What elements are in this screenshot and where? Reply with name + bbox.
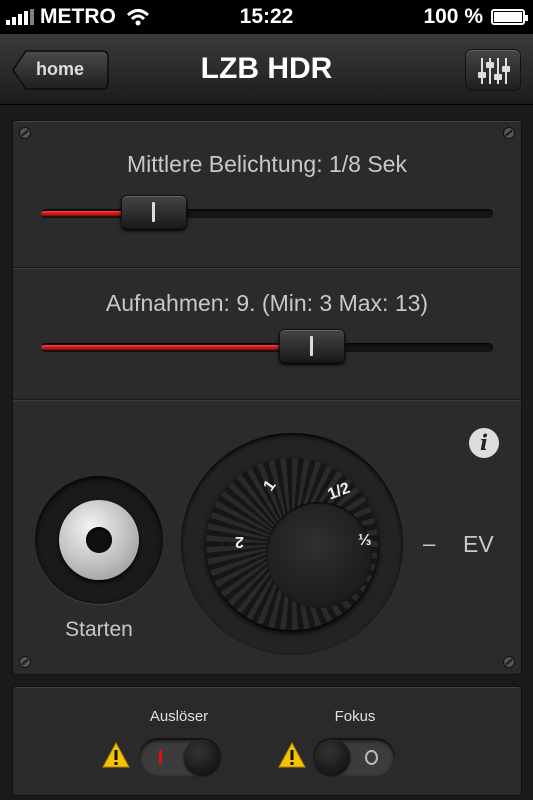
ev-mark: ⅓	[358, 532, 372, 549]
shots-slider[interactable]	[41, 329, 493, 363]
control-panel: Mittlere Belichtung: 1/8 Sek Aufnahmen: …	[12, 120, 522, 675]
exposure-label: Mittlere Belichtung: 1/8 Sek	[127, 151, 407, 177]
ev-minus-sign: –	[423, 531, 436, 556]
start-label: Starten	[65, 618, 133, 641]
focus-toggle[interactable]	[313, 738, 395, 776]
switch-panel: Auslöser Fokus	[12, 686, 522, 796]
on-indicator	[159, 750, 162, 764]
start-button-cap	[59, 500, 139, 580]
screw-icon	[503, 656, 515, 668]
shutter-toggle[interactable]	[139, 738, 221, 776]
ev-mark: 2	[235, 533, 244, 550]
toggle-knob	[184, 739, 220, 775]
divider	[13, 267, 521, 269]
info-button[interactable]: i	[469, 428, 499, 458]
divider	[13, 399, 521, 401]
focus-switch-label: Fokus	[334, 708, 376, 725]
off-indicator	[365, 750, 378, 765]
toggle-knob	[314, 739, 350, 775]
page-title: LZB HDR	[200, 52, 333, 85]
battery-percent: 100 %	[423, 5, 483, 28]
shots-slider-thumb[interactable]	[279, 329, 346, 363]
start-button-hole	[86, 527, 112, 553]
shots-label: Aufnahmen: 9. (Min: 3 Max: 13)	[105, 290, 429, 316]
shots-slider-fill	[41, 345, 313, 350]
settings-button[interactable]	[465, 49, 521, 91]
exposure-slider-thumb[interactable]	[121, 195, 187, 229]
exposure-slider[interactable]	[41, 195, 493, 229]
screw-icon	[503, 127, 515, 139]
screw-icon	[19, 656, 31, 668]
start-button[interactable]	[35, 476, 163, 604]
status-bar: METRO 15:22 100 %	[0, 0, 533, 34]
navigation-bar: home LZB HDR	[0, 34, 533, 105]
ev-dial-center	[266, 502, 372, 608]
battery-icon	[491, 9, 528, 25]
screw-icon	[19, 127, 31, 139]
shutter-switch-label: Auslöser	[149, 708, 209, 725]
warning-icon	[102, 742, 130, 768]
equalizer-icon	[478, 58, 510, 84]
warning-icon	[278, 742, 306, 768]
ev-unit-label: EV	[463, 531, 494, 557]
